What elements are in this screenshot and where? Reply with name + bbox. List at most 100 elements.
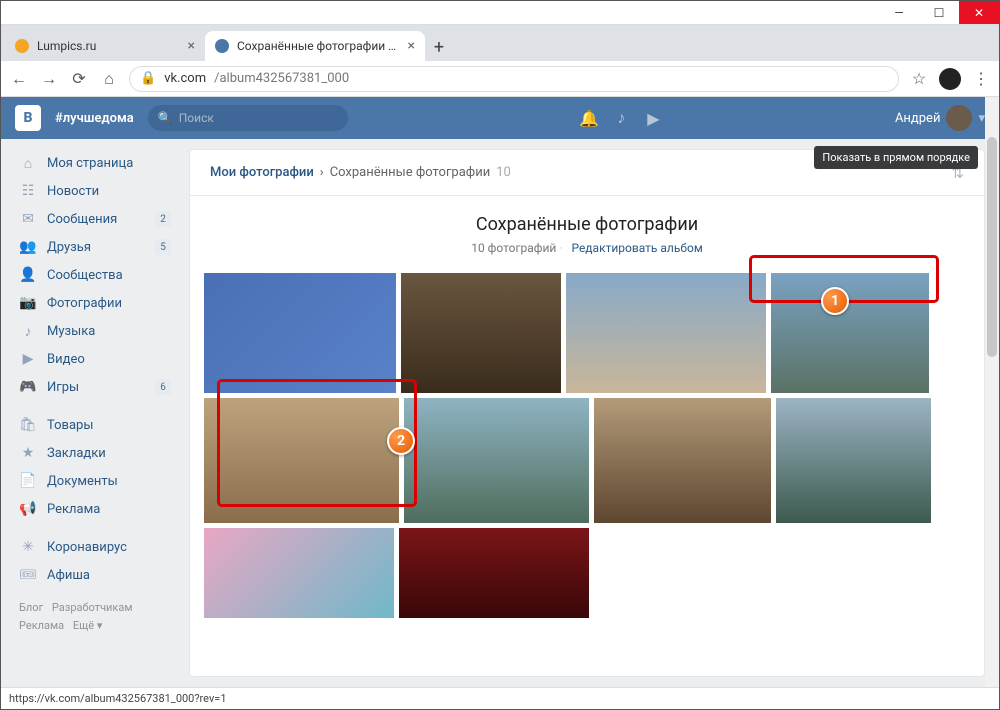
sidebar-item-photos[interactable]: 📷Фотографии (15, 289, 175, 317)
groups-icon: 👤 (19, 267, 37, 283)
new-tab-button[interactable]: + (425, 33, 453, 61)
url-host: vk.com (164, 71, 206, 86)
close-tab-icon[interactable]: × (408, 38, 415, 54)
home-button[interactable]: ⌂ (99, 69, 119, 89)
badge: 6 (155, 379, 171, 395)
reload-button[interactable]: ⟳ (69, 69, 89, 89)
edit-album-link[interactable]: Редактировать альбом (571, 241, 702, 255)
album-panel: Мои фотографии › Сохранённые фотографии … (189, 149, 985, 677)
star-icon[interactable]: ☆ (909, 69, 929, 89)
badge: 5 (155, 239, 171, 255)
photo-thumbnail[interactable] (776, 398, 931, 523)
event-icon: 🎟 (19, 567, 37, 583)
photo-thumbnail[interactable] (566, 273, 766, 393)
maximize-button[interactable]: ☐ (919, 1, 959, 24)
market-icon: 🛍 (19, 417, 37, 433)
lock-icon: 🔒 (140, 71, 156, 86)
message-icon: ✉ (19, 211, 37, 227)
breadcrumb-root[interactable]: Мои фотографии (210, 165, 314, 180)
sidebar-item-news[interactable]: ☷ Новости (15, 177, 175, 205)
sidebar-item-music[interactable]: ♪ Музыка (15, 317, 175, 345)
sidebar-item-label: Афиша (47, 568, 90, 583)
sidebar-item-label: Друзья (47, 240, 91, 255)
browser-toolbar: ← → ⟳ ⌂ 🔒 vk.com/album432567381_000 ☆ ⋮ (1, 61, 999, 97)
footer-link[interactable]: Блог (19, 601, 43, 614)
photo-thumbnail[interactable] (594, 398, 771, 523)
sidebar-item-label: Документы (47, 474, 118, 489)
sidebar-item-label: Сообщения (47, 212, 117, 227)
scrollbar[interactable] (985, 97, 999, 687)
vk-brand[interactable]: #лучшедома (55, 111, 134, 126)
sidebar-item-bookmarks[interactable]: ★Закладки (15, 439, 175, 467)
sidebar-item-label: Сообщества (47, 268, 123, 283)
video-icon: ▶ (19, 351, 37, 367)
sidebar-item-market[interactable]: 🛍Товары (15, 411, 175, 439)
photo-thumbnail[interactable] (204, 398, 399, 523)
photo-grid (190, 269, 984, 622)
sidebar-item-profile[interactable]: ⌂Моя страница (15, 149, 175, 177)
footer-link[interactable]: Разработчикам (52, 601, 133, 614)
sidebar-item-messages[interactable]: ✉Сообщения2 (15, 205, 175, 233)
sidebar-item-label: Музыка (47, 324, 95, 339)
window-titlebar: — ☐ ✕ (1, 1, 999, 25)
album-header: Сохранённые фотографии 10 фотографий · Р… (190, 196, 984, 269)
bell-icon[interactable]: 🔔 (580, 109, 598, 127)
sidebar-item-label: Новости (47, 184, 99, 199)
sort-tooltip: Показать в прямом порядке (814, 146, 978, 169)
status-url: https://vk.com/album432567381_000?rev=1 (9, 692, 227, 705)
sidebar-item-ads[interactable]: 📢Реклама (15, 495, 175, 523)
sidebar-item-groups[interactable]: 👤 Сообщества (15, 261, 175, 289)
close-tab-icon[interactable]: × (188, 38, 195, 54)
tab-title: Lumpics.ru (37, 39, 180, 53)
photo-thumbnail[interactable] (771, 273, 929, 393)
sidebar-item-docs[interactable]: 📄Документы (15, 467, 175, 495)
chevron-down-icon: ▾ (978, 111, 985, 126)
sidebar-item-video[interactable]: ▶ Видео (15, 345, 175, 373)
sidebar: ⌂Моя страница ☷Новости ✉Сообщения2 👥Друз… (15, 149, 175, 677)
search-icon: 🔍 (158, 111, 173, 125)
user-name: Андрей (895, 111, 941, 126)
search-input[interactable]: 🔍 Поиск (148, 105, 348, 131)
vk-header: B #лучшедома 🔍 Поиск 🔔 ♪ ▶ Андрей ▾ (1, 97, 999, 139)
tab-lumpics[interactable]: Lumpics.ru × (5, 31, 205, 61)
close-button[interactable]: ✕ (959, 1, 999, 24)
tab-vk-album[interactable]: Сохранённые фотографии – 10 × (205, 31, 425, 61)
news-icon: ☷ (19, 183, 37, 199)
breadcrumb-current: Сохранённые фотографии (330, 165, 491, 180)
friends-icon: 👥 (19, 239, 37, 255)
photo-thumbnail[interactable] (204, 528, 394, 618)
back-button[interactable]: ← (9, 69, 29, 89)
profile-avatar[interactable] (939, 68, 961, 90)
menu-button[interactable]: ⋮ (971, 69, 991, 89)
browser-tabstrip: Lumpics.ru × Сохранённые фотографии – 10… (1, 25, 999, 61)
video-icon[interactable]: ▶ (644, 109, 662, 127)
photo-thumbnail[interactable] (399, 528, 589, 618)
sidebar-footer-links: Блог Разработчикам Реклама Ещё ▾ (15, 589, 175, 644)
sidebar-item-label: Видео (47, 352, 85, 367)
sidebar-item-games[interactable]: 🎮Игры6 (15, 373, 175, 401)
photo-icon: 📷 (19, 295, 37, 311)
user-menu[interactable]: Андрей ▾ (895, 105, 985, 131)
sidebar-item-covid[interactable]: ✳Коронавирус (15, 533, 175, 561)
photo-thumbnail[interactable] (204, 273, 396, 393)
sidebar-item-friends[interactable]: 👥 Друзья 5 (15, 233, 175, 261)
address-bar[interactable]: 🔒 vk.com/album432567381_000 (129, 66, 899, 92)
tab-title: Сохранённые фотографии – 10 (237, 39, 400, 53)
page-content: B #лучшедома 🔍 Поиск 🔔 ♪ ▶ Андрей ▾ ⌂Моя… (1, 97, 999, 687)
footer-link[interactable]: Реклама (19, 619, 64, 632)
breadcrumb: Мои фотографии › Сохранённые фотографии … (190, 150, 984, 196)
minimize-button[interactable]: — (879, 1, 919, 24)
search-placeholder: Поиск (179, 111, 214, 125)
breadcrumb-count: 10 (496, 165, 511, 180)
covid-icon: ✳ (19, 539, 37, 555)
vk-logo-icon[interactable]: B (15, 105, 41, 131)
forward-button[interactable]: → (39, 69, 59, 89)
sidebar-item-label: Игры (47, 380, 79, 395)
photo-thumbnail[interactable] (404, 398, 589, 523)
music-icon: ♪ (19, 323, 37, 340)
music-icon[interactable]: ♪ (612, 109, 630, 127)
photo-thumbnail[interactable] (401, 273, 561, 393)
sidebar-item-events[interactable]: 🎟 Афиша (15, 561, 175, 589)
scrollbar-thumb[interactable] (987, 137, 997, 357)
footer-link[interactable]: Ещё ▾ (73, 619, 103, 632)
